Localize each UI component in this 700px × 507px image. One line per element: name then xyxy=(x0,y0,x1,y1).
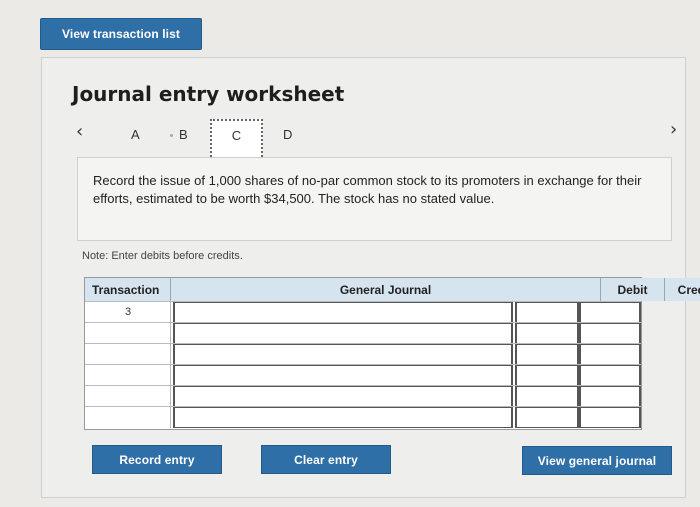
transaction-cell xyxy=(85,365,171,386)
credit-input[interactable] xyxy=(579,365,641,386)
view-transaction-list-button[interactable]: View transaction list xyxy=(40,18,202,50)
account-input[interactable] xyxy=(173,302,513,323)
credit-input[interactable] xyxy=(579,386,641,407)
account-input[interactable] xyxy=(173,344,513,365)
account-input[interactable] xyxy=(173,386,513,407)
debit-input[interactable] xyxy=(515,302,579,323)
tab-c-label: C xyxy=(231,128,242,143)
transaction-cell xyxy=(85,407,171,428)
account-input[interactable] xyxy=(173,323,513,344)
page-title: Journal entry worksheet xyxy=(72,82,345,106)
credit-input[interactable] xyxy=(579,344,641,365)
table-row xyxy=(85,322,641,344)
debit-input[interactable] xyxy=(515,407,579,428)
debit-input[interactable] xyxy=(515,344,579,365)
tab-d[interactable]: D xyxy=(283,127,292,142)
transaction-cell xyxy=(85,344,171,365)
header-general-journal: General Journal xyxy=(171,278,601,301)
journal-grid: Transaction General Journal Debit Credit… xyxy=(84,277,700,430)
debit-input[interactable] xyxy=(515,323,579,344)
account-input[interactable] xyxy=(173,407,513,428)
table-row xyxy=(85,364,641,386)
tab-a[interactable]: A xyxy=(131,127,140,142)
tab-b[interactable]: B xyxy=(179,127,188,142)
table-row: 3 xyxy=(85,301,641,323)
header-debit: Debit xyxy=(601,278,665,301)
chevron-right-icon[interactable]: › xyxy=(670,119,677,140)
table-row xyxy=(85,343,641,365)
credit-input[interactable] xyxy=(579,302,641,323)
header-transaction: Transaction xyxy=(85,278,171,301)
clear-entry-button[interactable]: Clear entry xyxy=(261,445,391,474)
debit-input[interactable] xyxy=(515,386,579,407)
table-row xyxy=(85,385,641,407)
transaction-cell xyxy=(85,323,171,344)
note-text: Note: Enter debits before credits. xyxy=(82,250,243,262)
transaction-cell: 3 xyxy=(85,302,171,323)
credit-input[interactable] xyxy=(579,407,641,428)
credit-input[interactable] xyxy=(579,323,641,344)
journal-rows: 3 xyxy=(85,301,641,429)
debit-input[interactable] xyxy=(515,365,579,386)
tab-c[interactable]: C xyxy=(210,119,263,161)
question-text: Record the issue of 1,000 shares of no-p… xyxy=(77,157,672,241)
chevron-left-icon[interactable]: ‹ xyxy=(76,121,83,142)
view-general-journal-button[interactable]: View general journal xyxy=(522,446,672,475)
tab-separator-dot xyxy=(170,134,173,137)
account-input[interactable] xyxy=(173,365,513,386)
header-credit: Credit xyxy=(665,278,700,301)
table-row xyxy=(85,406,641,428)
transaction-cell xyxy=(85,386,171,407)
record-entry-button[interactable]: Record entry xyxy=(92,445,222,474)
